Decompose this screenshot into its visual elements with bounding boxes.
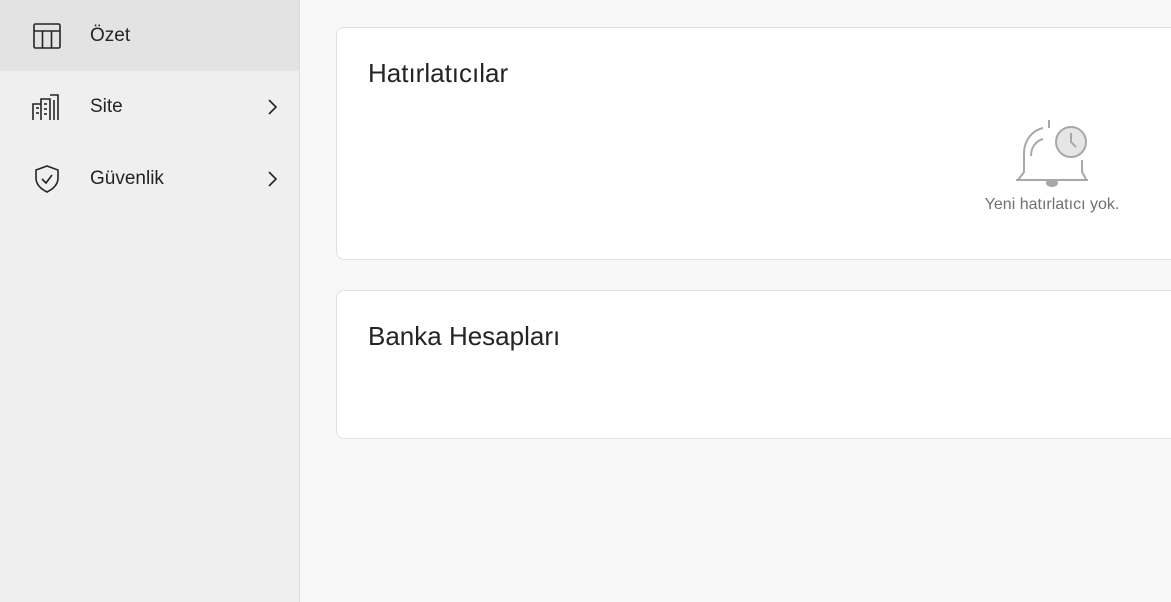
sidebar-item-label: Özet [90, 24, 131, 46]
sidebar-item-label: Site [90, 96, 123, 117]
reminders-empty-state: Yeni hatırlatıcı yok. [977, 116, 1127, 214]
chevron-right-icon [264, 171, 280, 187]
sidebar-item-security[interactable]: Güvenlik [0, 143, 299, 215]
main-content: Hatırlatıcılar Yeni hatırlatıcı yok. Ban… [300, 0, 1171, 602]
sidebar-item-site[interactable]: Site [0, 71, 299, 143]
reminders-card: Hatırlatıcılar Yeni hatırlatıcı yok. [336, 27, 1171, 260]
table-icon [32, 21, 62, 51]
reminders-title: Hatırlatıcılar [368, 58, 509, 88]
chevron-right-icon [264, 99, 280, 115]
sidebar-item-summary[interactable]: Özet [0, 0, 299, 71]
bell-clock-icon [977, 116, 1127, 188]
sidebar: Özet Site Güvenlik [0, 0, 300, 602]
buildings-icon [32, 92, 62, 122]
sidebar-item-label: Güvenlik [90, 168, 164, 189]
shield-check-icon [32, 164, 62, 194]
bank-accounts-card: Banka Hesapları [336, 290, 1171, 439]
bank-accounts-title: Banka Hesapları [368, 321, 561, 351]
reminders-empty-text: Yeni hatırlatıcı yok. [984, 196, 1120, 213]
